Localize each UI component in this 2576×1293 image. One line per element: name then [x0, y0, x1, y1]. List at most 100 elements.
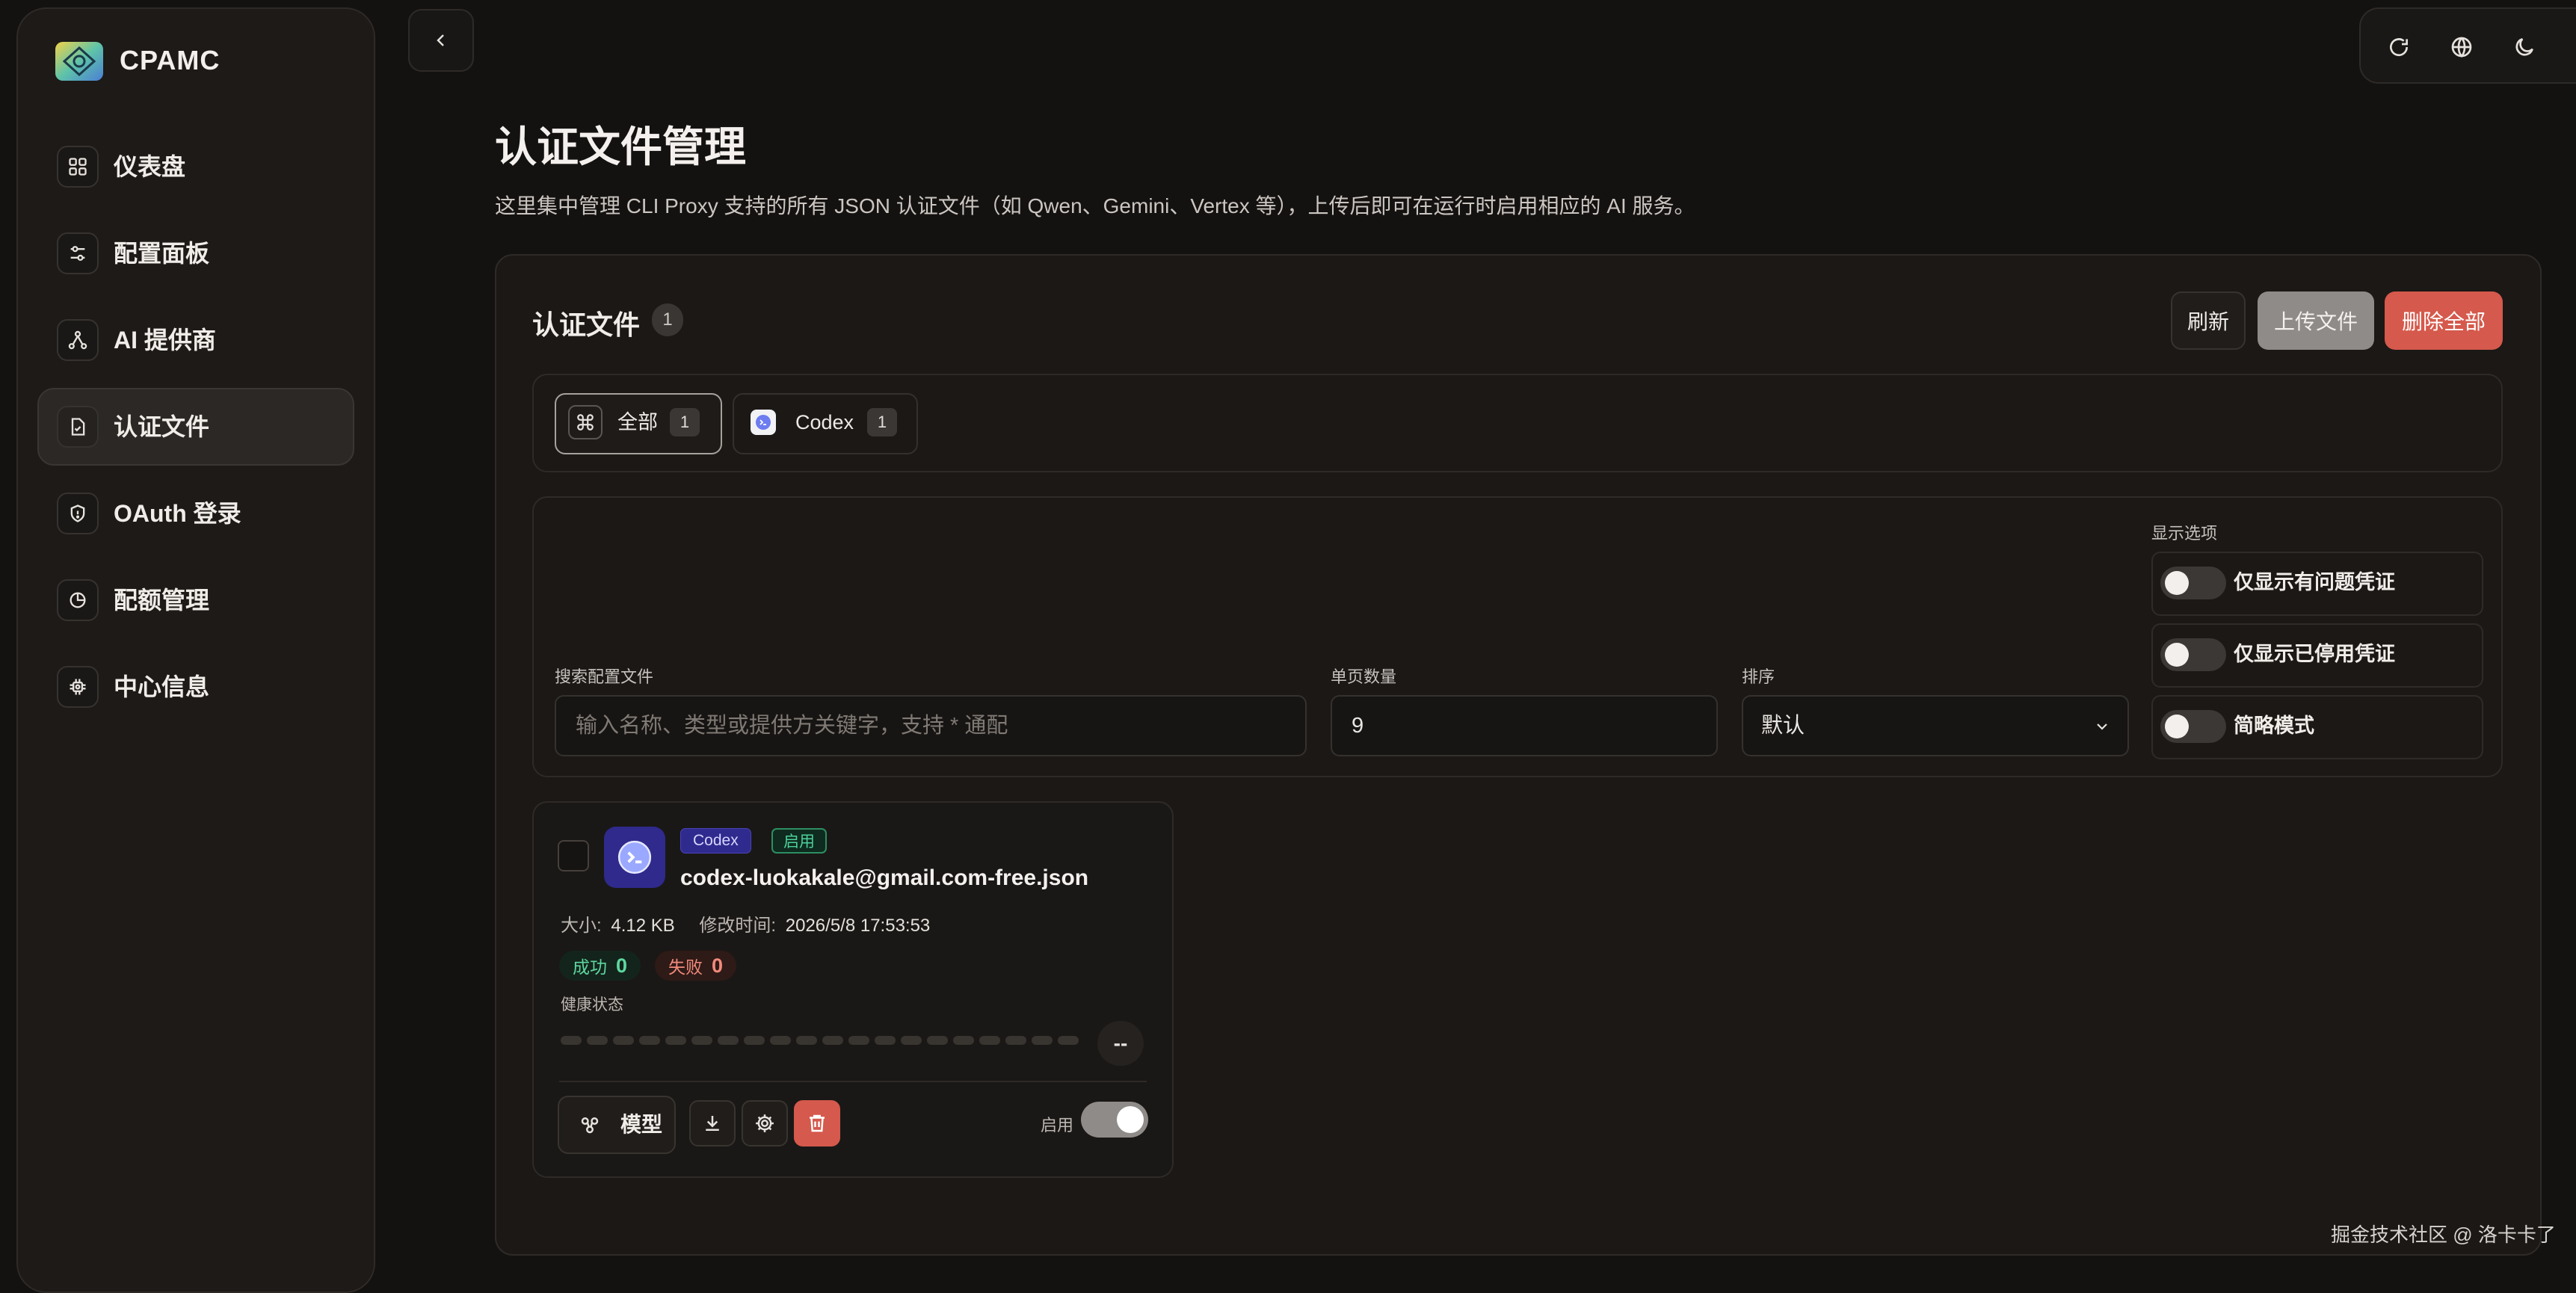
health-segment	[848, 1036, 869, 1045]
file-check-icon	[57, 406, 99, 448]
fail-count: 0	[712, 954, 724, 977]
sliders-icon	[57, 232, 99, 274]
health-segment	[639, 1036, 660, 1045]
toggle-label: 简略模式	[2234, 715, 2314, 737]
models-label: 模型	[620, 1113, 663, 1136]
sidebar-item-dashboard[interactable]: 仪表盘	[37, 128, 354, 206]
file-select-checkbox[interactable]	[558, 840, 589, 871]
health-segment	[561, 1036, 582, 1045]
page-title: 认证文件管理	[495, 123, 746, 170]
sidebar-item-ai-providers[interactable]: AI 提供商	[37, 301, 354, 379]
models-icon	[579, 1114, 601, 1136]
provider-badge: Codex	[680, 828, 751, 854]
sidebar-item-auth-files[interactable]: 认证文件	[37, 388, 354, 466]
sort-label: 排序	[1742, 667, 1775, 686]
status-badge: 启用	[771, 828, 827, 854]
refresh-icon[interactable]	[2383, 31, 2415, 63]
tab-all[interactable]: 全部 1	[555, 393, 722, 454]
modified-label: 修改时间:	[699, 916, 777, 936]
enable-toggle[interactable]	[1081, 1102, 1148, 1138]
chevron-down-icon	[2093, 718, 2111, 735]
search-input[interactable]: 输入名称、类型或提供方关键字，支持 * 通配	[555, 695, 1307, 756]
divider	[559, 1081, 1147, 1082]
chevron-left-icon	[432, 31, 450, 49]
health-segment	[1058, 1036, 1079, 1045]
delete-button[interactable]	[794, 1100, 840, 1147]
codex-provider-icon	[604, 827, 665, 888]
toggle-label: 仅显示有问题凭证	[2234, 571, 2395, 593]
settings-button[interactable]	[742, 1100, 788, 1147]
toggle-switch[interactable]	[2160, 638, 2226, 671]
tab-count: 1	[867, 408, 897, 436]
health-segment	[901, 1036, 922, 1045]
toggle-disabled-only[interactable]: 仅显示已停用凭证	[2151, 623, 2483, 688]
watermark: 掘金技术社区 @ 洛卡卡了	[2331, 1223, 2556, 1246]
sidebar-item-label: AI 提供商	[114, 327, 216, 354]
tab-label: 全部	[617, 411, 658, 433]
top-toolbar	[2359, 7, 2576, 84]
toggle-label: 仅显示已停用凭证	[2234, 643, 2395, 665]
sidebar-item-label: 中心信息	[114, 673, 210, 700]
network-icon	[57, 319, 99, 361]
sidebar-item-label: OAuth 登录	[114, 500, 241, 527]
command-icon	[568, 405, 603, 439]
health-segment	[744, 1036, 765, 1045]
sidebar-item-label: 认证文件	[114, 413, 210, 440]
sidebar-item-label: 配额管理	[114, 587, 210, 614]
sidebar-item-config[interactable]: 配置面板	[37, 215, 354, 292]
tab-count: 1	[670, 408, 700, 436]
health-segment	[691, 1036, 712, 1045]
toggle-compact-mode[interactable]: 简略模式	[2151, 695, 2483, 759]
globe-icon[interactable]	[2446, 31, 2477, 63]
models-button[interactable]: 模型	[558, 1096, 676, 1154]
toggle-switch[interactable]	[2160, 567, 2226, 599]
delete-all-button[interactable]: 删除全部	[2385, 291, 2503, 350]
enable-label: 启用	[1041, 1116, 1074, 1135]
page-size-input[interactable]: 9	[1331, 695, 1718, 756]
sort-select[interactable]: 默认	[1742, 695, 2129, 756]
health-label: 健康状态	[561, 996, 623, 1013]
health-segment	[613, 1036, 634, 1045]
app-logo	[54, 40, 105, 82]
sidebar-item-quota[interactable]: 配额管理	[37, 561, 354, 639]
health-segment	[770, 1036, 791, 1045]
modified-value: 2026/5/8 17:53:53	[785, 916, 931, 936]
file-name: codex-luokakale@gmail.com-free.json	[680, 865, 1089, 890]
download-button[interactable]	[689, 1100, 736, 1147]
health-bar	[561, 1036, 1084, 1046]
pie-chart-icon	[57, 579, 99, 621]
size-value: 4.12 KB	[611, 916, 675, 936]
health-segment	[796, 1036, 817, 1045]
health-segment	[718, 1036, 739, 1045]
section-title: 认证文件	[532, 309, 641, 340]
sort-value: 默认	[1761, 714, 1805, 738]
success-count: 0	[616, 954, 628, 977]
health-segment	[927, 1036, 948, 1045]
success-label: 成功	[573, 957, 607, 977]
health-segment	[822, 1036, 843, 1045]
upload-button[interactable]: 上传文件	[2258, 291, 2374, 350]
moon-icon[interactable]	[2509, 31, 2540, 63]
health-segment	[875, 1036, 896, 1045]
sidebar-item-oauth[interactable]: OAuth 登录	[37, 475, 354, 552]
dashboard-icon	[57, 146, 99, 188]
tab-label: Codex	[795, 411, 854, 433]
health-value: --	[1097, 1021, 1144, 1066]
health-segment	[665, 1036, 686, 1045]
success-stat: 成功 0	[559, 951, 641, 981]
app-name: CPAMC	[120, 45, 221, 75]
refresh-button[interactable]: 刷新	[2171, 291, 2246, 350]
chip-icon	[57, 666, 99, 708]
toggle-switch[interactable]	[2160, 710, 2226, 743]
health-segment	[1005, 1036, 1026, 1045]
download-icon	[701, 1112, 724, 1135]
page-description: 这里集中管理 CLI Proxy 支持的所有 JSON 认证文件（如 Qwen、…	[495, 194, 1695, 217]
tab-codex[interactable]: Codex 1	[733, 393, 918, 454]
search-label: 搜索配置文件	[555, 667, 654, 686]
sidebar-item-center-info[interactable]: 中心信息	[37, 648, 354, 726]
collapse-sidebar-button[interactable]	[408, 9, 474, 72]
shield-icon	[57, 493, 99, 534]
toggle-problem-only[interactable]: 仅显示有问题凭证	[2151, 552, 2483, 616]
file-meta: 大小: 4.12 KB 修改时间: 2026/5/8 17:53:53	[561, 910, 930, 936]
trash-icon	[806, 1112, 828, 1135]
